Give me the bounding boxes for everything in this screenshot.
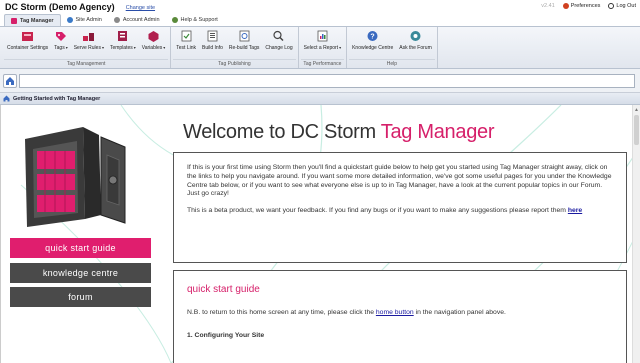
tags-icon: [54, 30, 67, 42]
group-label-tag-management: Tag Management: [4, 59, 169, 67]
svg-text:?: ?: [371, 34, 375, 41]
group-label-help: Help: [349, 59, 435, 67]
feedback-here-link[interactable]: here: [568, 207, 582, 214]
group-label-tag-publishing: Tag Publishing: [173, 59, 296, 67]
home-icon: [3, 95, 10, 102]
navigation-bar: [0, 69, 640, 93]
serve-rules-icon: [82, 30, 95, 42]
forum-icon: [409, 30, 422, 42]
top-right-links: v2.41 Preferences Log Out: [541, 3, 636, 9]
knowledge-centre-button[interactable]: ? Knowledge Centre: [349, 30, 396, 51]
preferences-link[interactable]: Preferences: [562, 3, 600, 9]
tab-site-admin[interactable]: Site Admin: [61, 14, 108, 26]
group-help: ? Knowledge Centre Ask the Forum Help: [347, 27, 438, 68]
quick-start-heading: quick start guide: [187, 284, 260, 295]
templates-icon: [116, 30, 129, 42]
tab-tag-manager[interactable]: Tag Manager: [4, 14, 61, 26]
variables-icon: [147, 30, 160, 42]
home-icon: [6, 77, 14, 85]
help-icon: [171, 17, 178, 23]
variables-button[interactable]: Variables▾: [139, 30, 169, 51]
forum-nav-button[interactable]: forum: [10, 287, 151, 307]
build-info-button[interactable]: Build Info: [199, 30, 226, 51]
change-log-button[interactable]: Change Log: [262, 30, 295, 51]
ribbon-toolbar: Container Settings Tags▾ Serve Rules▾ Te…: [0, 27, 640, 69]
intro-box: If this is your first time using Storm t…: [173, 152, 627, 263]
panel-title: Getting Started with Tag Manager: [13, 95, 101, 102]
vertical-scrollbar[interactable]: ▲: [632, 105, 640, 363]
preferences-icon: [562, 3, 569, 9]
main-tabs: Tag Manager Site Admin Account Admin Hel…: [0, 14, 640, 27]
rebuild-tags-icon: [238, 30, 251, 42]
safe-illustration: [25, 127, 126, 227]
logout-link[interactable]: Log Out: [608, 3, 636, 9]
group-tag-management: Container Settings Tags▾ Serve Rules▾ Te…: [2, 27, 172, 68]
group-label-tag-performance: Tag Performance: [300, 59, 345, 67]
rebuild-tags-button[interactable]: Re-build Tags: [226, 30, 262, 51]
intro-paragraph: If this is your first time using Storm t…: [187, 164, 612, 198]
container-settings-icon: [21, 30, 34, 42]
group-tag-performance: Select a Report▾ Tag Performance: [299, 27, 348, 68]
knowledge-centre-icon: ?: [366, 30, 379, 42]
home-button-link[interactable]: home button: [376, 309, 414, 316]
app-title: DC Storm (Demo Agency): [5, 2, 115, 12]
welcome-highlight: Tag Manager: [380, 121, 495, 143]
top-bar: DC Storm (Demo Agency) Change site v2.41…: [0, 0, 640, 14]
serve-rules-button[interactable]: Serve Rules▾: [71, 30, 107, 51]
address-input[interactable]: [19, 74, 635, 88]
account-icon: [113, 17, 120, 23]
scroll-up-arrow-icon[interactable]: ▲: [634, 107, 639, 113]
version-label: v2.41: [541, 3, 555, 9]
templates-button[interactable]: Templates▾: [107, 30, 139, 51]
quick-start-guide-button[interactable]: quick start guide: [10, 238, 151, 258]
tab-help-support[interactable]: Help & Support: [166, 14, 224, 26]
report-icon: [316, 30, 329, 42]
tab-account-admin[interactable]: Account Admin: [108, 14, 166, 26]
knowledge-centre-nav-button[interactable]: knowledge centre: [10, 263, 151, 283]
welcome-heading: Welcome to DC Storm Tag Manager: [183, 121, 495, 143]
panel-header: Getting Started with Tag Manager: [0, 93, 640, 105]
build-info-icon: [206, 30, 219, 42]
test-link-button[interactable]: Test Link: [173, 30, 199, 51]
home-button[interactable]: [3, 74, 17, 88]
scrollbar-thumb[interactable]: [634, 115, 639, 145]
dropdown-arrow-icon: ▾: [65, 45, 68, 50]
tags-button[interactable]: Tags▾: [51, 30, 71, 51]
step-configuring-site: 1. Configuring Your Site: [187, 332, 265, 339]
group-tag-publishing: Test Link Build Info Re-build Tags Chang…: [171, 27, 299, 68]
home-note: N.B. to return to this home screen at an…: [187, 309, 506, 316]
getting-started-content: Welcome to DC Storm Tag Manager If this …: [0, 105, 640, 363]
change-site-link[interactable]: Change site: [126, 5, 155, 11]
dropdown-arrow-icon: ▾: [101, 45, 104, 50]
feedback-paragraph: This is a beta product, we want your fee…: [187, 207, 583, 215]
ask-the-forum-button[interactable]: Ask the Forum: [396, 30, 435, 51]
quick-start-box: quick start guide N.B. to return to this…: [173, 270, 627, 363]
container-settings-button[interactable]: Container Settings: [4, 30, 51, 51]
globe-icon: [66, 17, 73, 23]
power-icon: [608, 3, 615, 9]
tag-manager-icon: [11, 17, 17, 24]
test-link-icon: [180, 30, 193, 42]
dropdown-arrow-icon: ▾: [163, 45, 166, 50]
magnifier-icon: [272, 30, 285, 42]
dropdown-arrow-icon: ▾: [133, 45, 136, 50]
dropdown-arrow-icon: ▾: [339, 45, 342, 50]
select-report-button[interactable]: Select a Report▾: [301, 30, 344, 51]
